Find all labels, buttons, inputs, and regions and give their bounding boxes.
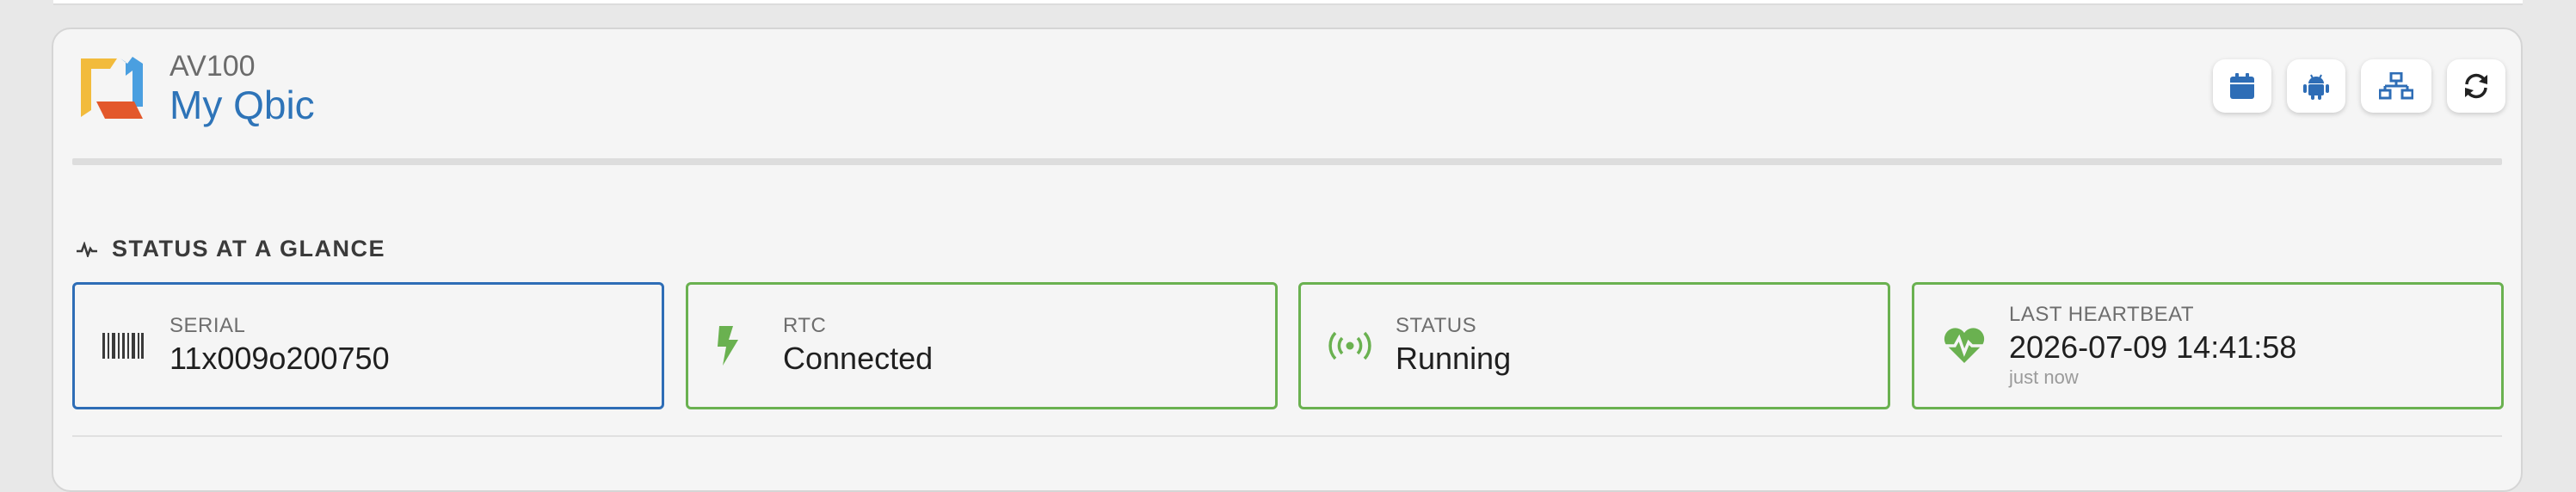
refresh-button[interactable] [2447, 59, 2505, 113]
top-strip [53, 0, 2523, 5]
bottom-divider [72, 435, 2502, 437]
heartbeat-relative-time: just now [2009, 366, 2079, 388]
status-text: STATUS Running [1396, 314, 1511, 378]
section-title: STATUS AT A GLANCE [112, 236, 385, 261]
serial-text: SERIAL 11x009o200750 [169, 314, 390, 378]
qbic-logo [81, 57, 143, 119]
rtc-value: Connected [783, 340, 934, 376]
barcode-icon [102, 333, 144, 359]
broadcast-icon [1328, 331, 1371, 360]
status-label: STATUS [1396, 314, 1477, 338]
serial-card: SERIAL 11x009o200750 [72, 282, 664, 409]
rtc-label: RTC [783, 314, 827, 338]
toolbar [2213, 59, 2505, 113]
rtc-text: RTC Connected [783, 314, 933, 378]
device-name[interactable]: My Qbic [169, 83, 315, 128]
heartbeat-text: LAST HEARTBEAT 2026-07-09 14:41:58 just … [2009, 303, 2296, 389]
device-panel: AV100 My Qbic STATUS AT A GLANCE SERIAL … [52, 28, 2523, 492]
android-icon [2303, 74, 2329, 100]
heartbeat-label: LAST HEARTBEAT [2009, 302, 2195, 326]
heartbeat-card: LAST HEARTBEAT 2026-07-09 14:41:58 just … [1912, 282, 2504, 409]
serial-label: SERIAL [169, 314, 246, 338]
network-button[interactable] [2361, 59, 2431, 113]
heartbeat-value: 2026-07-09 14:41:58 [2009, 329, 2297, 365]
rtc-card: RTC Connected [686, 282, 1278, 409]
serial-value: 11x009o200750 [169, 340, 390, 376]
heartbeat-icon [1943, 328, 1986, 363]
device-model: AV100 [169, 50, 256, 83]
network-icon [2379, 72, 2413, 100]
refresh-icon [2465, 73, 2487, 99]
section-header: STATUS AT A GLANCE [76, 236, 385, 262]
pulse-icon [77, 241, 97, 257]
status-value: Running [1396, 340, 1512, 376]
android-button[interactable] [2287, 59, 2345, 113]
bolt-icon [718, 326, 738, 366]
status-card: STATUS Running [1298, 282, 1890, 409]
calendar-icon [2230, 73, 2254, 99]
header-divider [72, 158, 2502, 165]
schedule-button[interactable] [2213, 59, 2271, 113]
